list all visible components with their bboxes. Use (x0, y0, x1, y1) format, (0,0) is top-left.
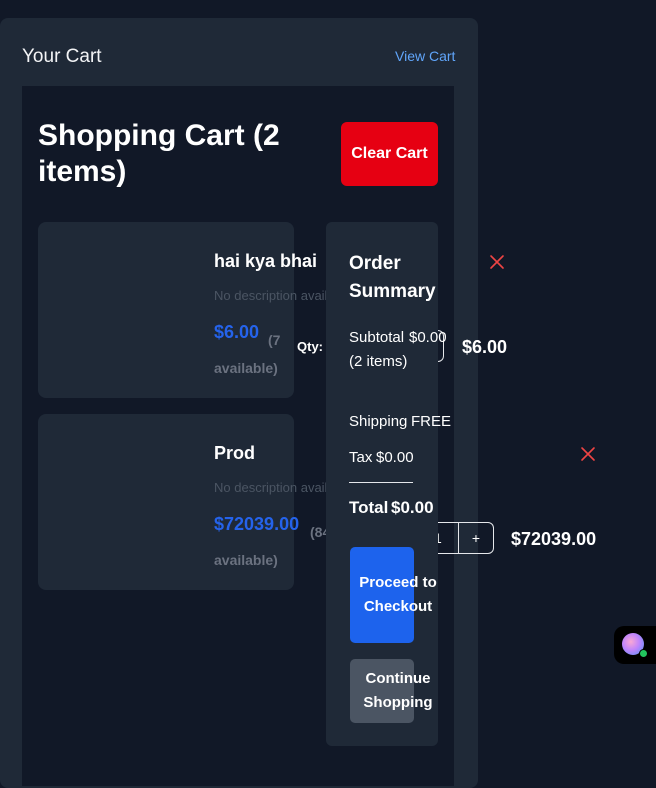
item-availability: (7 available) (214, 332, 281, 376)
page-title: Shopping Cart (2 items) (38, 119, 280, 188)
view-cart-link[interactable]: View Cart (395, 48, 455, 64)
tax-label: Tax (349, 449, 373, 466)
summary-title: Order Summary (349, 253, 436, 302)
total-value: $0.00 (391, 498, 434, 517)
item-availability: (84 available) (214, 524, 331, 568)
continue-button-label: Continue Shopping (363, 670, 433, 711)
summary-divider (349, 482, 413, 483)
item-name: Prod (214, 443, 256, 463)
item-description: No description available (214, 288, 326, 303)
shipping-value: FREE (411, 413, 452, 430)
subtotal-label: Subtotal (2 items) (349, 329, 408, 370)
item-line-total: $6.00 (462, 337, 508, 357)
close-icon[interactable] (488, 253, 506, 271)
clear-cart-button[interactable]: Clear Cart (341, 122, 438, 186)
subtotal-value: $0.00 (409, 329, 447, 346)
item-name: hai kya bhai (214, 251, 318, 271)
shipping-label: Shipping (349, 413, 408, 430)
item-description: No description available (214, 480, 326, 495)
proceed-to-checkout-button[interactable]: Proceed to Checkout (350, 547, 437, 643)
increase-quantity-button[interactable]: + (459, 523, 493, 553)
quantity-label: Qty: (297, 339, 323, 354)
tax-value: $0.00 (376, 449, 414, 466)
checkout-button-label: Proceed to Checkout (359, 574, 437, 615)
panel-title: Your Cart (22, 46, 102, 67)
online-status-icon (639, 649, 648, 658)
continue-shopping-button[interactable]: Continue Shopping (350, 659, 433, 723)
close-icon[interactable] (579, 445, 597, 463)
item-line-total: $72039.00 (511, 529, 597, 549)
total-label: Total (349, 498, 389, 517)
